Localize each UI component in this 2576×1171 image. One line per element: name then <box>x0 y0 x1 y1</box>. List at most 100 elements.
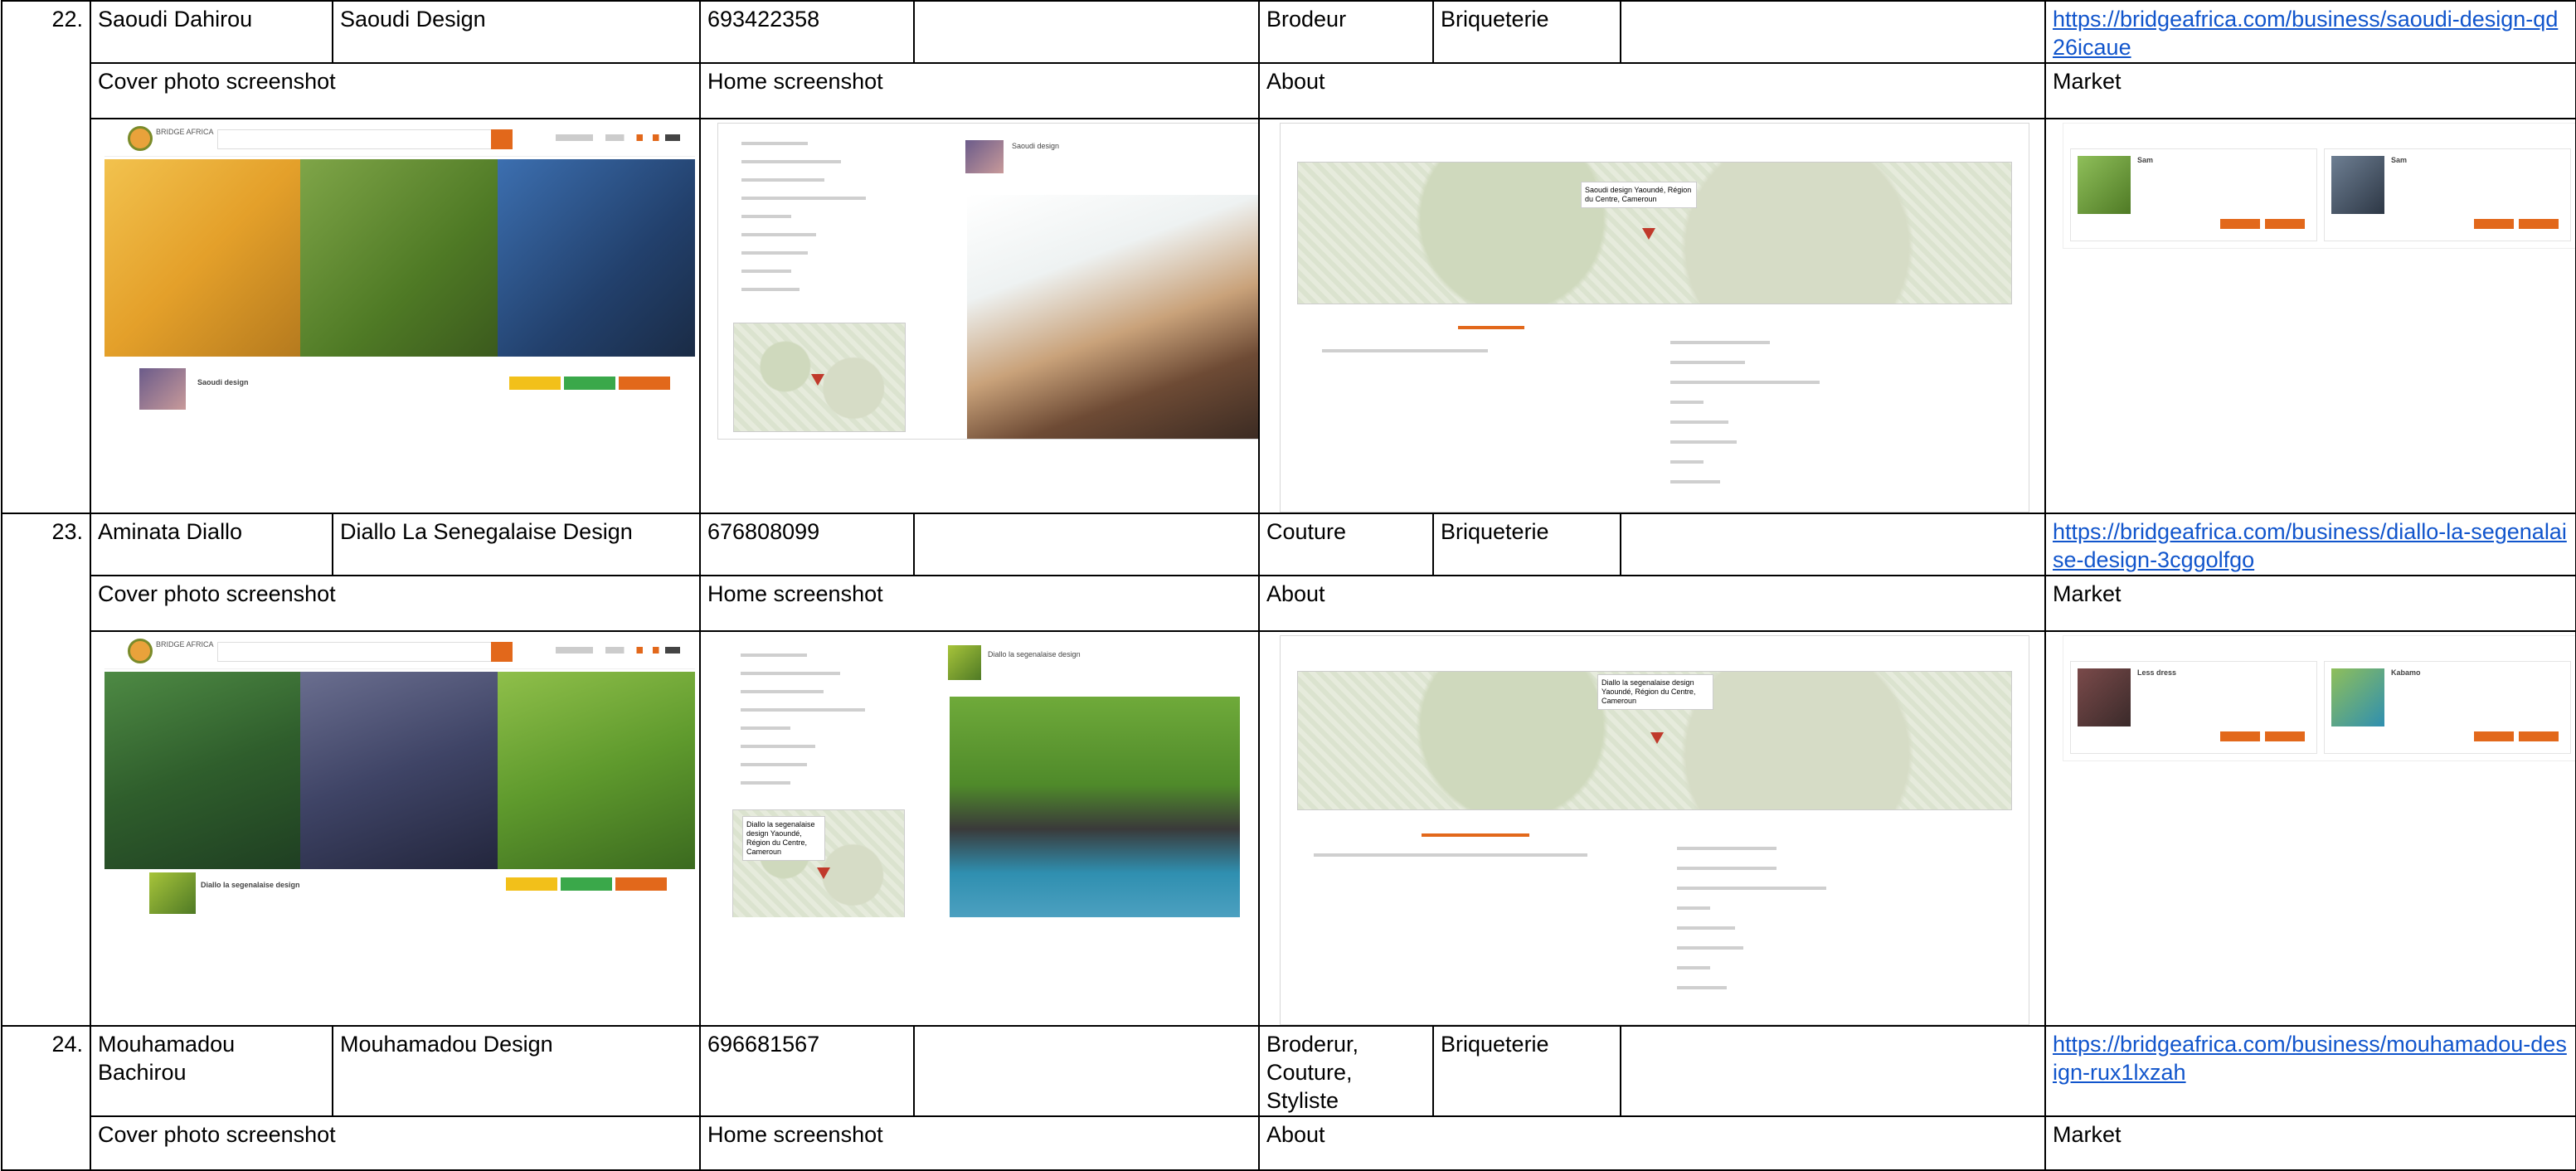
action-buttons <box>509 368 673 390</box>
profile-name: Saoudi design <box>1012 142 1060 150</box>
product-name: Less dress <box>2137 668 2177 677</box>
home-screenshot-cell: Diallo la segenalaise design Yaoundé, Ré… <box>699 630 1260 1027</box>
cover-screenshot-cell: BRIDGE AFRICA Diallo la segenalaise desi… <box>90 630 701 1027</box>
cover-photo <box>104 159 300 357</box>
profile-name: Saoudi design <box>197 378 249 386</box>
search-icon <box>491 129 513 149</box>
cover-photo <box>300 159 498 357</box>
owner-name: Saoudi Dahirou <box>90 0 333 64</box>
home-screenshot: Diallo la segenalaise design Yaoundé, Ré… <box>717 635 1248 917</box>
business-name: Diallo La Senegalaise Design <box>332 513 701 576</box>
url-cell: https://bridgeafrica.com/business/mouham… <box>2044 1025 2576 1117</box>
product-card: Less dress <box>2070 661 2317 754</box>
map-pin-icon <box>1650 732 1664 744</box>
map-pin-icon <box>817 867 830 879</box>
category: Brodeur <box>1258 0 1434 64</box>
logo-text: BRIDGE AFRICA <box>156 640 214 649</box>
caption-row: Cover photo screenshot Home screenshot A… <box>2 62 2576 119</box>
location: Briqueterie <box>1432 1025 1621 1117</box>
cover-screenshot: BRIDGE AFRICA Saoudi design <box>104 123 695 410</box>
cover-caption: Cover photo screenshot <box>90 575 701 632</box>
about-screenshot: Saoudi design Yaoundé, Région du Centre,… <box>1280 123 2029 512</box>
screenshot-row: BRIDGE AFRICA Saoudi design Saoudi desig… <box>2 118 2576 514</box>
buy-button <box>2474 731 2514 741</box>
profile-name: Diallo la segenalaise design <box>988 650 1081 658</box>
product-image <box>2078 156 2131 214</box>
location: Briqueterie <box>1432 513 1621 576</box>
home-caption: Home screenshot <box>699 62 1260 119</box>
product-image <box>2331 668 2384 726</box>
map-popup: Diallo la segenalaise design Yaoundé, Ré… <box>742 816 825 861</box>
avatar <box>948 645 981 680</box>
map-pin-icon <box>811 374 824 386</box>
cover-photo <box>498 672 695 869</box>
search-input <box>217 129 493 149</box>
market-caption: Market <box>2044 1115 2576 1171</box>
product-image <box>2078 668 2131 726</box>
profile-name: Diallo la segenalaise design <box>201 881 300 889</box>
cart-button <box>2265 731 2305 741</box>
about-caption: About <box>1258 62 2046 119</box>
market-screenshot: Sam Sam <box>2063 123 2574 249</box>
avatar <box>965 140 1004 173</box>
map-popup: Saoudi design Yaoundé, Région du Centre,… <box>1581 182 1697 208</box>
business-link[interactable]: https://bridgeafrica.com/business/diallo… <box>2053 519 2567 572</box>
cover-photo <box>498 159 695 357</box>
business-link[interactable]: https://bridgeafrica.com/business/saoudi… <box>2053 7 2558 60</box>
avatar <box>139 368 186 410</box>
business-table: 22. Saoudi Dahirou Saoudi Design 6934223… <box>1 0 2576 1171</box>
screenshot-row: BRIDGE AFRICA Diallo la segenalaise desi… <box>2 630 2576 1027</box>
market-screenshot-cell: Sam Sam <box>2044 118 2576 514</box>
cover-caption: Cover photo screenshot <box>90 1115 701 1171</box>
buy-button <box>2220 731 2260 741</box>
nav-icons <box>556 647 680 654</box>
location: Briqueterie <box>1432 0 1621 64</box>
search-input <box>217 642 493 662</box>
empty-cell <box>1620 513 2046 576</box>
action-buttons <box>506 869 670 891</box>
buy-button <box>2220 219 2260 229</box>
table-row: 22. Saoudi Dahirou Saoudi Design 6934223… <box>1 0 2576 514</box>
caption-row: Cover photo screenshot Home screenshot A… <box>2 575 2576 632</box>
logo-icon <box>128 639 153 663</box>
phone-number: 696681567 <box>699 1025 915 1117</box>
business-name: Mouhamadou Design <box>332 1025 701 1117</box>
category: Couture <box>1258 513 1434 576</box>
business-link[interactable]: https://bridgeafrica.com/business/mouham… <box>2053 1032 2567 1085</box>
empty-cell <box>913 1025 1260 1117</box>
empty-cell <box>913 0 1260 64</box>
row-number: 24. <box>1 1025 91 1171</box>
about-screenshot: Diallo la segenalaise design Yaoundé, Ré… <box>1280 635 2029 1024</box>
cover-screenshot-cell: BRIDGE AFRICA Saoudi design <box>90 118 701 514</box>
cart-button <box>2265 219 2305 229</box>
home-screenshot-cell: Saoudi design <box>699 118 1260 514</box>
table-row: 23. Aminata Diallo Diallo La Senegalaise… <box>1 513 2576 1027</box>
table-row: 24. Mouhamadou Bachirou Mouhamadou Desig… <box>1 1025 2576 1171</box>
map-pin-icon <box>1642 228 1655 240</box>
product-name: Sam <box>2137 156 2154 164</box>
empty-cell <box>913 513 1260 576</box>
empty-cell <box>1620 0 2046 64</box>
owner-name: Mouhamadou Bachirou <box>90 1025 333 1117</box>
home-screenshot: Saoudi design <box>717 123 1257 440</box>
buy-button <box>2474 219 2514 229</box>
empty-cell <box>1620 1025 2046 1117</box>
product-name: Sam <box>2391 156 2408 164</box>
home-caption: Home screenshot <box>699 1115 1260 1171</box>
logo-text: BRIDGE AFRICA <box>156 128 214 136</box>
about-caption: About <box>1258 1115 2046 1171</box>
home-caption: Home screenshot <box>699 575 1260 632</box>
market-caption: Market <box>2044 62 2576 119</box>
about-screenshot-cell: Diallo la segenalaise design Yaoundé, Ré… <box>1258 630 2046 1027</box>
phone-number: 693422358 <box>699 0 915 64</box>
market-screenshot: Less dress Kabamo <box>2063 635 2574 761</box>
phone-number: 676808099 <box>699 513 915 576</box>
url-cell: https://bridgeafrica.com/business/diallo… <box>2044 513 2576 576</box>
row-number: 23. <box>1 513 91 1027</box>
cover-photo <box>104 672 300 869</box>
cart-button <box>2519 731 2559 741</box>
logo-icon <box>128 126 153 151</box>
nav-icons <box>556 134 680 141</box>
home-photo <box>950 697 1240 917</box>
row-number: 22. <box>1 0 91 514</box>
